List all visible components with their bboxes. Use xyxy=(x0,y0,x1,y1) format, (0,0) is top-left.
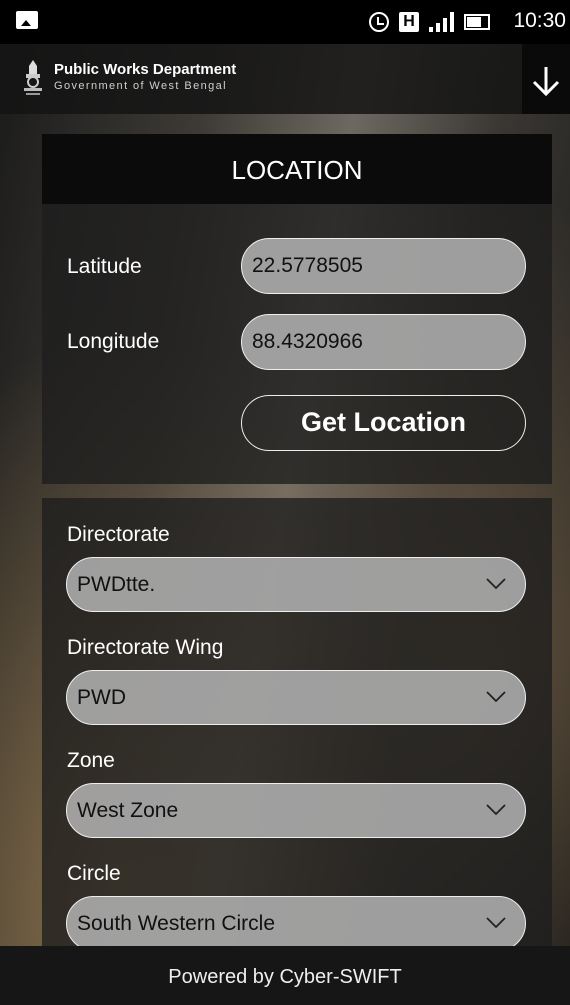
directorate-wing-selected-value: PWD xyxy=(77,686,126,709)
chevron-down-icon xyxy=(486,578,506,590)
get-location-button[interactable]: Get Location xyxy=(241,395,526,451)
office-selection-card: Directorate PWDtte. Directorate Wing PWD… xyxy=(42,498,552,946)
circle-selected-value: South Western Circle xyxy=(77,912,276,935)
status-bar: H 10:30 xyxy=(0,0,570,44)
app-header: Public Works Department Government of We… xyxy=(0,44,570,114)
footer-credit: Powered by Cyber-SWIFT xyxy=(0,946,570,1005)
state-emblem-icon xyxy=(24,60,42,95)
circle-label: Circle xyxy=(67,862,121,885)
app-screen: H 10:30 Public Works Department Governme… xyxy=(0,0,570,1005)
zone-label: Zone xyxy=(67,749,115,772)
header-title: Public Works Department xyxy=(54,61,237,78)
download-button[interactable] xyxy=(522,44,570,114)
directorate-dropdown[interactable]: PWDtte. xyxy=(66,557,526,612)
network-type-icon: H xyxy=(399,12,419,32)
arrow-down-icon xyxy=(532,67,560,97)
battery-icon xyxy=(464,14,490,30)
header-subtitle: Government of West Bengal xyxy=(54,80,227,92)
latitude-label: Latitude xyxy=(67,255,142,278)
location-card: LOCATION Latitude 22.5778505 Longitude 8… xyxy=(42,134,552,484)
longitude-label: Longitude xyxy=(67,330,160,353)
zone-dropdown[interactable]: West Zone xyxy=(66,783,526,838)
chevron-down-icon xyxy=(486,691,506,703)
chevron-down-icon xyxy=(486,917,506,929)
alarm-icon xyxy=(369,12,389,32)
signal-strength-icon xyxy=(429,12,454,32)
location-heading: LOCATION xyxy=(42,134,552,204)
longitude-field[interactable]: 88.4320966 xyxy=(241,314,526,370)
circle-dropdown[interactable]: South Western Circle xyxy=(66,896,526,946)
status-time: 10:30 xyxy=(513,9,566,32)
chevron-down-icon xyxy=(486,804,506,816)
directorate-wing-label: Directorate Wing xyxy=(67,636,224,659)
directorate-wing-dropdown[interactable]: PWD xyxy=(66,670,526,725)
directorate-selected-value: PWDtte. xyxy=(77,573,156,596)
status-icons: H xyxy=(369,8,490,36)
image-notification-icon xyxy=(16,11,38,29)
directorate-label: Directorate xyxy=(67,523,170,546)
latitude-field[interactable]: 22.5778505 xyxy=(241,238,526,294)
zone-selected-value: West Zone xyxy=(77,799,179,822)
